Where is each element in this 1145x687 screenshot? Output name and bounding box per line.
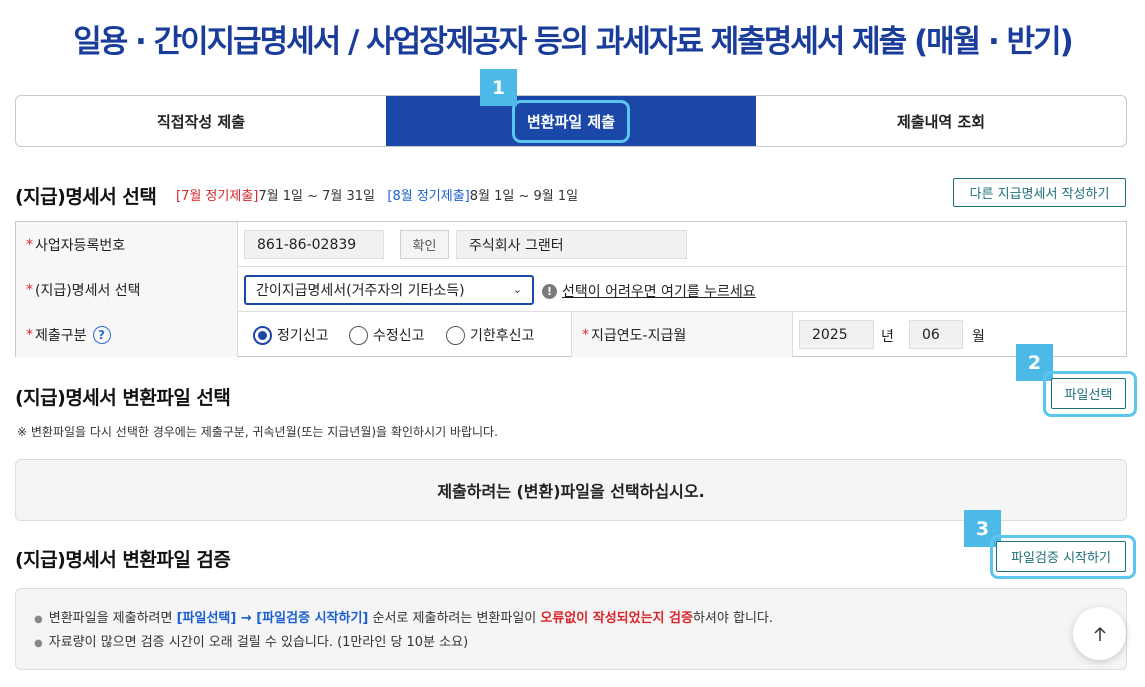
help-link-text: 선택이 어려우면 여기를 누르세요	[562, 284, 756, 300]
scroll-to-top-button[interactable]	[1073, 607, 1126, 660]
year-unit: 년	[881, 329, 894, 345]
verify-info-box: ● 변환파일을 제출하려면 [파일선택] → [파일검증 시작하기] 순서로 제출…	[15, 588, 1127, 670]
statement-type-value: 간이지급명세서(거주자의 기타소득)	[256, 283, 465, 299]
period-aug-range: 8월 1일 ~ 9월 1일	[469, 189, 579, 204]
biz-no-label: * 사업자등록번호	[16, 222, 238, 267]
radio-regular[interactable]: 정기신고	[253, 325, 329, 345]
tab-bar: 직접작성 제출 변환파일 제출 제출내역 조회	[15, 95, 1127, 147]
pay-month-label: * 지급연도-지급월	[571, 312, 793, 357]
file-select-button[interactable]: 파일선택	[1051, 378, 1126, 409]
tab-file-submit[interactable]: 변환파일 제출	[386, 96, 756, 146]
year-field[interactable]: 2025	[799, 320, 874, 349]
file-dropzone[interactable]: 제출하려는 (변환)파일을 선택하십시오.	[15, 459, 1127, 521]
info-line-2: ● 자료량이 많으면 검증 시간이 오래 걸릴 수 있습니다. (1만라인 당 1…	[34, 635, 469, 650]
bullet-icon: ●	[34, 614, 43, 625]
period-july-range: 7월 1일 ~ 7월 31일	[258, 189, 375, 204]
month-field[interactable]: 06	[909, 320, 963, 349]
form-row-statement: * (지급)명세서 선택 간이지급명세서(거주자의 기타소득) ⌄ ! 선택이 어…	[16, 267, 1126, 312]
arrow-up-icon	[1093, 626, 1106, 641]
step-badge-1: 1	[480, 69, 517, 106]
file-verify-button[interactable]: 파일검증 시작하기	[996, 541, 1126, 572]
period-aug-tag: [8월 정기제출]	[387, 189, 470, 204]
form-row-biz-no: * 사업자등록번호 861-86-02839 확인 주식회사 그랜터	[16, 222, 1126, 267]
file-select-note: ※ 변환파일을 다시 선택한 경우에는 제출구분, 귀속년월(또는 지급년월)을…	[17, 425, 498, 439]
statement-form: * 사업자등록번호 861-86-02839 확인 주식회사 그랜터 * (지급)명…	[15, 221, 1127, 357]
info-line-1: ● 변환파일을 제출하려면 [파일선택] → [파일검증 시작하기] 순서로 제출…	[34, 611, 773, 626]
section-title-statement-select: (지급)명세서 선택	[15, 186, 157, 208]
bullet-icon: ●	[34, 638, 43, 649]
radio-amended[interactable]: 수정신고	[349, 325, 425, 345]
chevron-down-icon: ⌄	[512, 283, 522, 296]
company-name-field: 주식회사 그랜터	[456, 230, 687, 259]
period-july-tag: [7월 정기제출]	[176, 189, 259, 204]
radio-circle	[349, 325, 368, 345]
statement-label: * (지급)명세서 선택	[16, 267, 238, 312]
write-other-statement-button[interactable]: 다른 지급명세서 작성하기	[953, 178, 1126, 207]
tab-history[interactable]: 제출내역 조회	[756, 96, 1126, 146]
radio-circle	[253, 325, 272, 345]
radio-late[interactable]: 기한후신고	[446, 325, 534, 345]
biz-no-field: 861-86-02839	[244, 230, 384, 259]
tab-file-submit-label: 변환파일 제출	[511, 99, 631, 143]
form-row-submit-type: * 제출구분 ? 정기신고 수정신고 기한후신고 * 지급연도-지급월 2025 년…	[16, 312, 1126, 357]
required-mark: *	[26, 236, 33, 253]
help-question-icon[interactable]: ?	[92, 325, 111, 344]
section-title-file-verify: (지급)명세서 변환파일 검증	[15, 549, 231, 571]
radio-circle	[446, 325, 465, 345]
section-title-file-select: (지급)명세서 변환파일 선택	[15, 387, 231, 409]
month-unit: 월	[972, 329, 985, 345]
required-mark: *	[582, 326, 589, 343]
tab-direct-entry[interactable]: 직접작성 제출	[16, 96, 386, 146]
confirm-button[interactable]: 확인	[400, 230, 449, 259]
info-icon: !	[542, 283, 557, 299]
required-mark: *	[26, 326, 33, 343]
page-title: 일용 · 간이지급명세서 / 사업장제공자 등의 과세자료 제출명세서 제출 (…	[73, 24, 1074, 60]
required-mark: *	[26, 281, 33, 298]
submission-period: [7월 정기제출]7월 1일 ~ 7월 31일 [8월 정기제출]8월 1일 ~…	[176, 185, 578, 204]
statement-type-select[interactable]: 간이지급명세서(거주자의 기타소득) ⌄	[244, 275, 534, 305]
help-link[interactable]: ! 선택이 어려우면 여기를 누르세요	[542, 281, 756, 301]
submit-type-label: * 제출구분 ?	[16, 312, 238, 357]
